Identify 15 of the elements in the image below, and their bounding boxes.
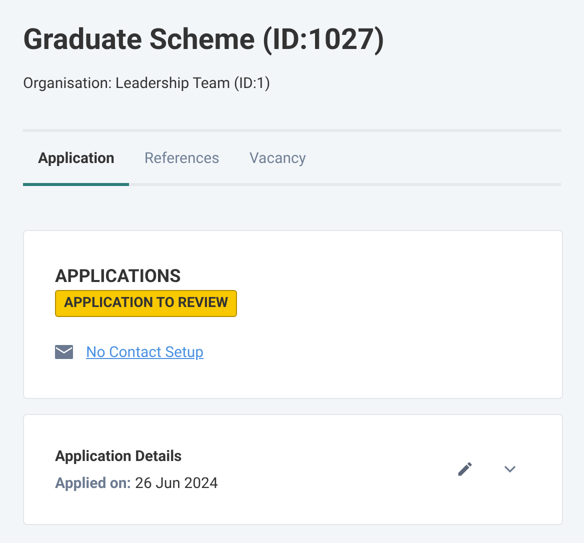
details-title: Application Details bbox=[55, 446, 182, 466]
expand-button[interactable] bbox=[502, 463, 518, 475]
status-badge: APPLICATION TO REVIEW bbox=[55, 290, 238, 317]
pencil-icon bbox=[456, 460, 474, 478]
tab[interactable]: Application bbox=[23, 132, 130, 186]
organisation-text: Organisation: Leadership Team (ID:1) bbox=[23, 73, 270, 94]
contact-link[interactable]: No Contact Setup bbox=[86, 341, 204, 364]
applications-heading: APPLICATIONS bbox=[55, 266, 181, 288]
chevron-icon bbox=[504, 465, 516, 473]
applied-label: Applied on: bbox=[55, 472, 132, 494]
mail-icon bbox=[55, 345, 73, 360]
tab[interactable]: References bbox=[129, 132, 234, 186]
page-title: Graduate Scheme (ID:1027) bbox=[23, 22, 384, 58]
tab[interactable]: Vacancy bbox=[234, 132, 321, 186]
applied-date: 26 Jun 2024 bbox=[135, 472, 218, 494]
